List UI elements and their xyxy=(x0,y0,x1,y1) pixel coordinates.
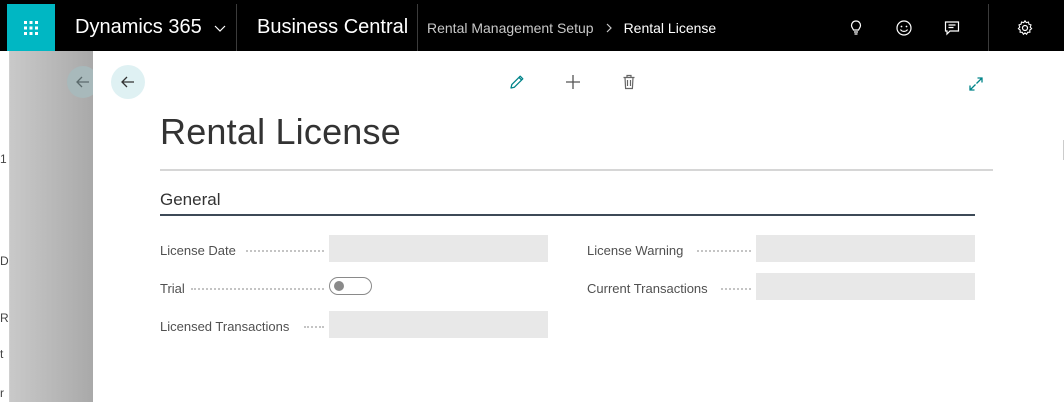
topbar-divider xyxy=(988,4,989,51)
page-title: Rental License xyxy=(160,111,401,152)
license-date-label: License Date xyxy=(160,243,236,258)
plus-icon xyxy=(566,75,580,89)
trash-icon xyxy=(623,74,635,90)
back-button[interactable] xyxy=(111,65,145,99)
background-page-letter: r xyxy=(0,386,4,400)
background-page xyxy=(10,51,93,402)
top-navigation-bar: Dynamics 365 Business Central Rental Man… xyxy=(0,0,1064,51)
rental-license-card: Rental License General License Date Tria… xyxy=(93,51,1064,402)
expand-button[interactable] xyxy=(963,71,989,97)
title-divider xyxy=(160,169,993,171)
app-launcher-icon xyxy=(24,20,38,35)
field-leader-dots xyxy=(191,288,324,290)
new-button[interactable] xyxy=(560,69,586,95)
background-page-letter: R xyxy=(0,311,9,325)
right-page-edge xyxy=(1056,140,1064,160)
feedback-smile-button[interactable] xyxy=(880,4,928,51)
trial-toggle[interactable] xyxy=(329,277,372,295)
licensed-transactions-field[interactable] xyxy=(329,311,548,338)
license-date-field[interactable] xyxy=(329,235,548,262)
arrow-left-icon xyxy=(121,76,134,88)
toggle-knob xyxy=(334,281,344,291)
chevron-right-icon xyxy=(606,23,612,32)
current-transactions-label: Current Transactions xyxy=(587,281,708,296)
trial-label: Trial xyxy=(160,281,185,296)
section-general-header[interactable]: General xyxy=(160,190,220,210)
license-warning-label: License Warning xyxy=(587,243,684,258)
breadcrumb: Rental Management Setup Rental License xyxy=(417,4,837,51)
background-page-letter: t xyxy=(0,347,4,361)
background-page-letter: 1 xyxy=(0,152,7,166)
chat-icon xyxy=(944,20,960,35)
licensed-transactions-label: Licensed Transactions xyxy=(160,319,290,334)
chevron-down-icon xyxy=(214,25,226,32)
dynamics-365-menu[interactable]: Dynamics 365 xyxy=(55,4,236,51)
app-launcher-button[interactable] xyxy=(7,4,55,51)
smile-icon xyxy=(896,19,912,36)
breadcrumb-current: Rental License xyxy=(623,19,717,36)
product-name[interactable]: Business Central xyxy=(237,4,417,51)
background-page-letter: D xyxy=(0,254,9,268)
field-leader-dots xyxy=(697,250,751,252)
field-leader-dots xyxy=(304,326,324,328)
section-divider xyxy=(160,214,975,216)
lightbulb-icon xyxy=(850,19,862,35)
gear-icon xyxy=(1017,19,1033,35)
breadcrumb-parent-link[interactable]: Rental Management Setup xyxy=(427,20,594,36)
edit-button[interactable] xyxy=(504,69,530,95)
chat-button[interactable] xyxy=(928,4,976,51)
field-leader-dots xyxy=(721,288,751,290)
field-leader-dots xyxy=(246,250,324,252)
pencil-icon xyxy=(510,75,524,89)
settings-button[interactable] xyxy=(1001,4,1049,51)
arrow-left-icon xyxy=(76,76,89,88)
delete-button[interactable] xyxy=(616,69,642,95)
expand-icon xyxy=(969,77,983,91)
app-name: Dynamics 365 xyxy=(75,16,202,38)
license-warning-field[interactable] xyxy=(756,235,975,262)
lightbulb-button[interactable] xyxy=(832,4,880,51)
current-transactions-field[interactable] xyxy=(756,273,975,300)
